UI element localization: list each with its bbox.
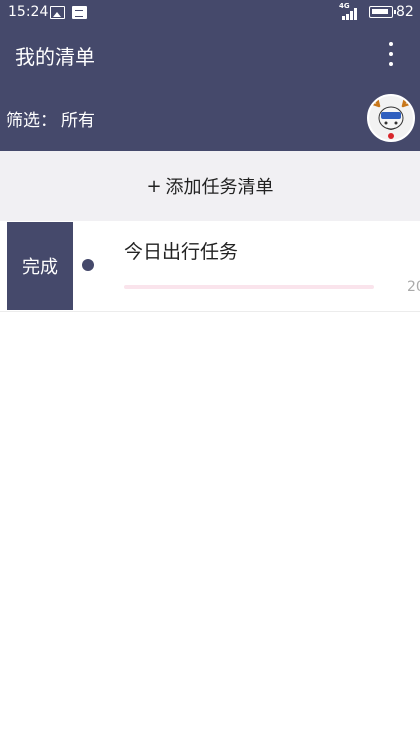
avatar-image [371,96,411,139]
status-time: 15:24 [8,4,49,20]
add-list-label: 添加任务清单 [165,177,274,198]
filter-value: 所有 [61,111,95,131]
news-icon [72,6,87,19]
battery-level: 82 [396,4,414,20]
add-list-button[interactable]: + 添加任务清单 [0,151,420,221]
status-bar: 15:24 4G 82 [0,0,420,26]
more-vertical-icon[interactable] [383,40,399,68]
page-title: 我的清单 [15,45,95,69]
signal-icon [338,8,360,20]
filter-selector[interactable]: 筛选： 所有 [6,106,95,131]
battery-icon [369,6,396,18]
task-date: 20 [407,279,420,295]
task-status-dot [82,259,94,271]
task-progress-bar [124,285,374,289]
list-item[interactable]: 完成 今日出行任务 20 [0,221,420,312]
app-bar: 我的清单 筛选： 所有 [0,26,420,151]
avatar[interactable] [367,94,415,142]
image-icon [50,6,65,19]
filter-label: 筛选： [6,111,57,131]
complete-button[interactable]: 完成 [7,222,73,310]
task-title: 今日出行任务 [124,241,239,263]
plus-icon: + [146,175,162,197]
